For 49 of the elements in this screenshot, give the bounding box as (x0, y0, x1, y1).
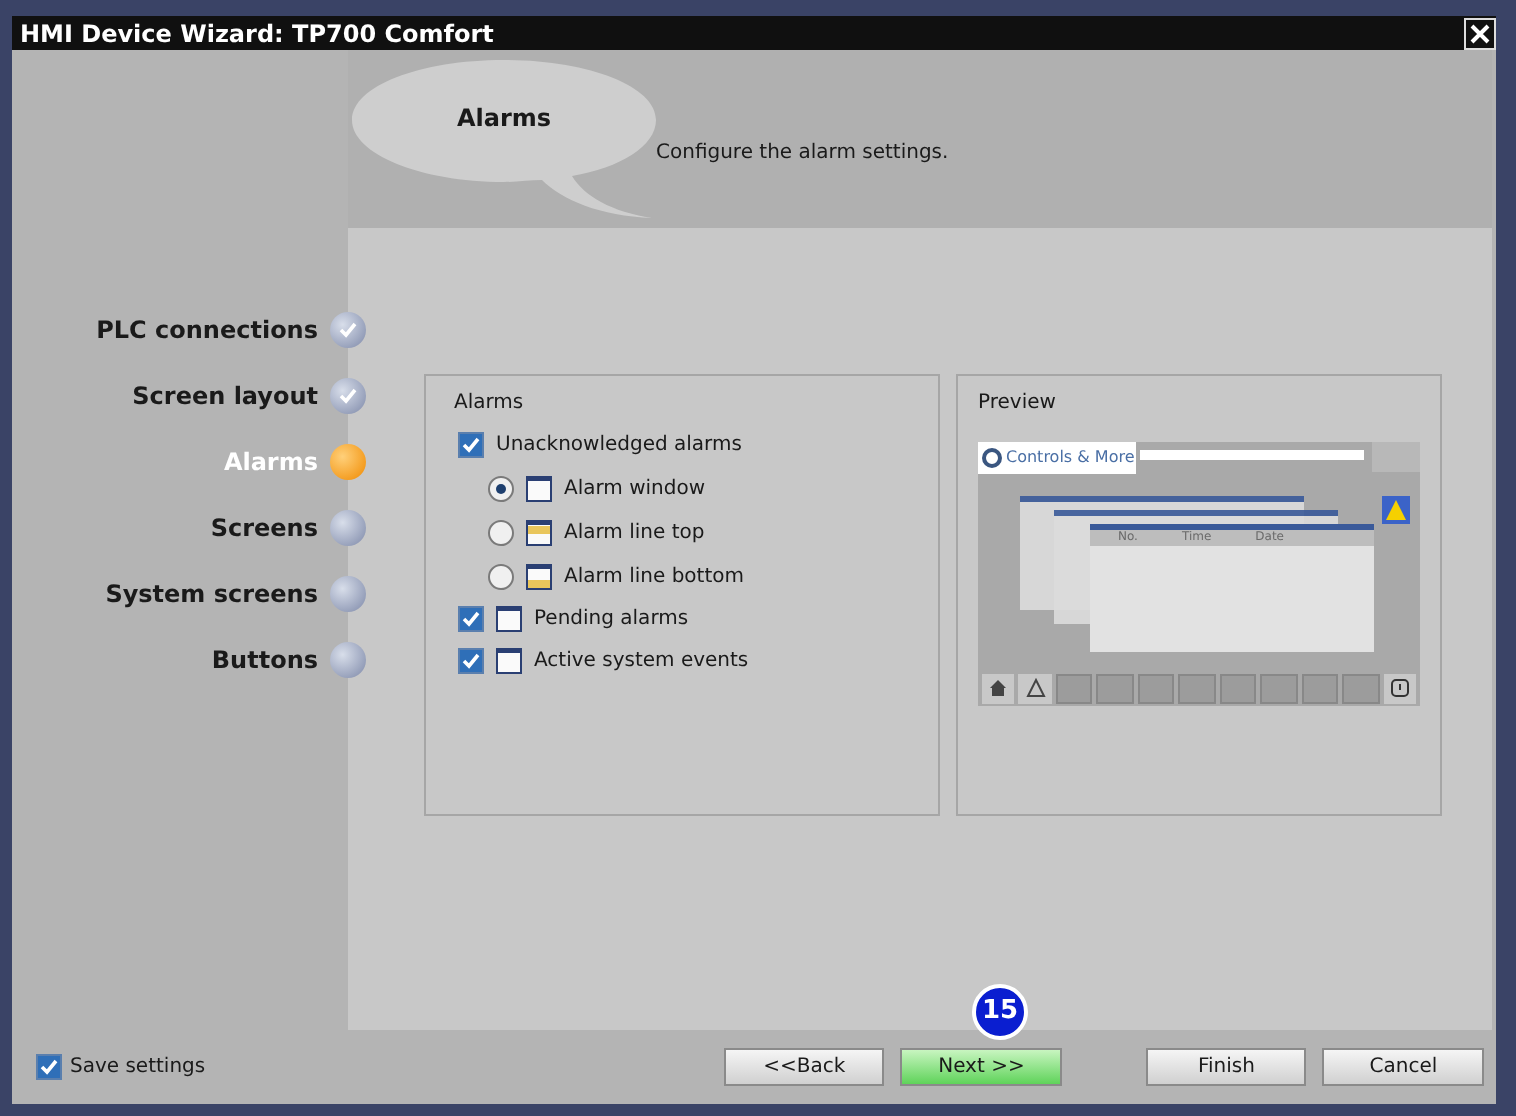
checkbox[interactable] (36, 1054, 62, 1080)
step-label[interactable]: Buttons (211, 642, 318, 678)
warning-icon (1382, 496, 1410, 524)
window-icon (526, 476, 552, 502)
checkbox[interactable] (458, 606, 484, 632)
logo-text: Controls & More (1006, 450, 1135, 466)
page-title: Alarms (456, 102, 552, 136)
power-icon (1383, 673, 1416, 703)
function-key (1342, 673, 1380, 703)
step-label[interactable]: System screens (105, 576, 318, 612)
wizard-button[interactable]: <<Back (723, 1048, 885, 1086)
home-icon (982, 673, 1015, 703)
option-label: Unacknowledged alarms (496, 432, 742, 460)
radio-button[interactable] (488, 520, 514, 546)
checkbox[interactable] (458, 648, 484, 674)
window-icon (496, 648, 522, 674)
warning-key-icon (1018, 673, 1052, 703)
function-key (1260, 673, 1298, 703)
checkbox[interactable] (458, 432, 484, 458)
option-label: Alarm window (564, 476, 706, 504)
function-key (1178, 673, 1216, 703)
step-label[interactable]: PLC connections (96, 312, 318, 348)
option-label: Active system events (534, 648, 749, 676)
function-key (1137, 673, 1175, 703)
window-icon (526, 520, 552, 546)
group-title: Preview (978, 390, 1058, 418)
page-description: Configure the alarm settings. (656, 140, 949, 168)
logo-icon (982, 448, 1002, 468)
wizard-button[interactable]: Finish (1145, 1048, 1307, 1086)
status-panel (1372, 442, 1420, 472)
wizard-button[interactable]: Cancel (1322, 1048, 1484, 1086)
function-key (1096, 673, 1134, 703)
radio-button[interactable] (488, 564, 514, 590)
wizard-button[interactable]: Next >> (900, 1048, 1062, 1086)
window-title: HMI Device Wizard: TP700 Comfort (20, 21, 494, 45)
function-key (1219, 673, 1257, 703)
save-settings-label[interactable]: Save settings (70, 1052, 206, 1082)
option-label: Alarm line bottom (564, 564, 744, 592)
step-label[interactable]: Screen layout (132, 378, 318, 414)
option-label: Alarm line top (564, 520, 705, 548)
option-label: Pending alarms (534, 606, 689, 634)
function-key (1055, 673, 1093, 703)
window-icon (496, 606, 522, 632)
radio-button[interactable] (488, 476, 514, 502)
close-button[interactable] (1464, 17, 1496, 49)
step-label[interactable]: Screens (210, 510, 318, 546)
window-icon (526, 564, 552, 590)
function-key (1301, 673, 1339, 703)
group-title: Alarms (454, 390, 526, 418)
